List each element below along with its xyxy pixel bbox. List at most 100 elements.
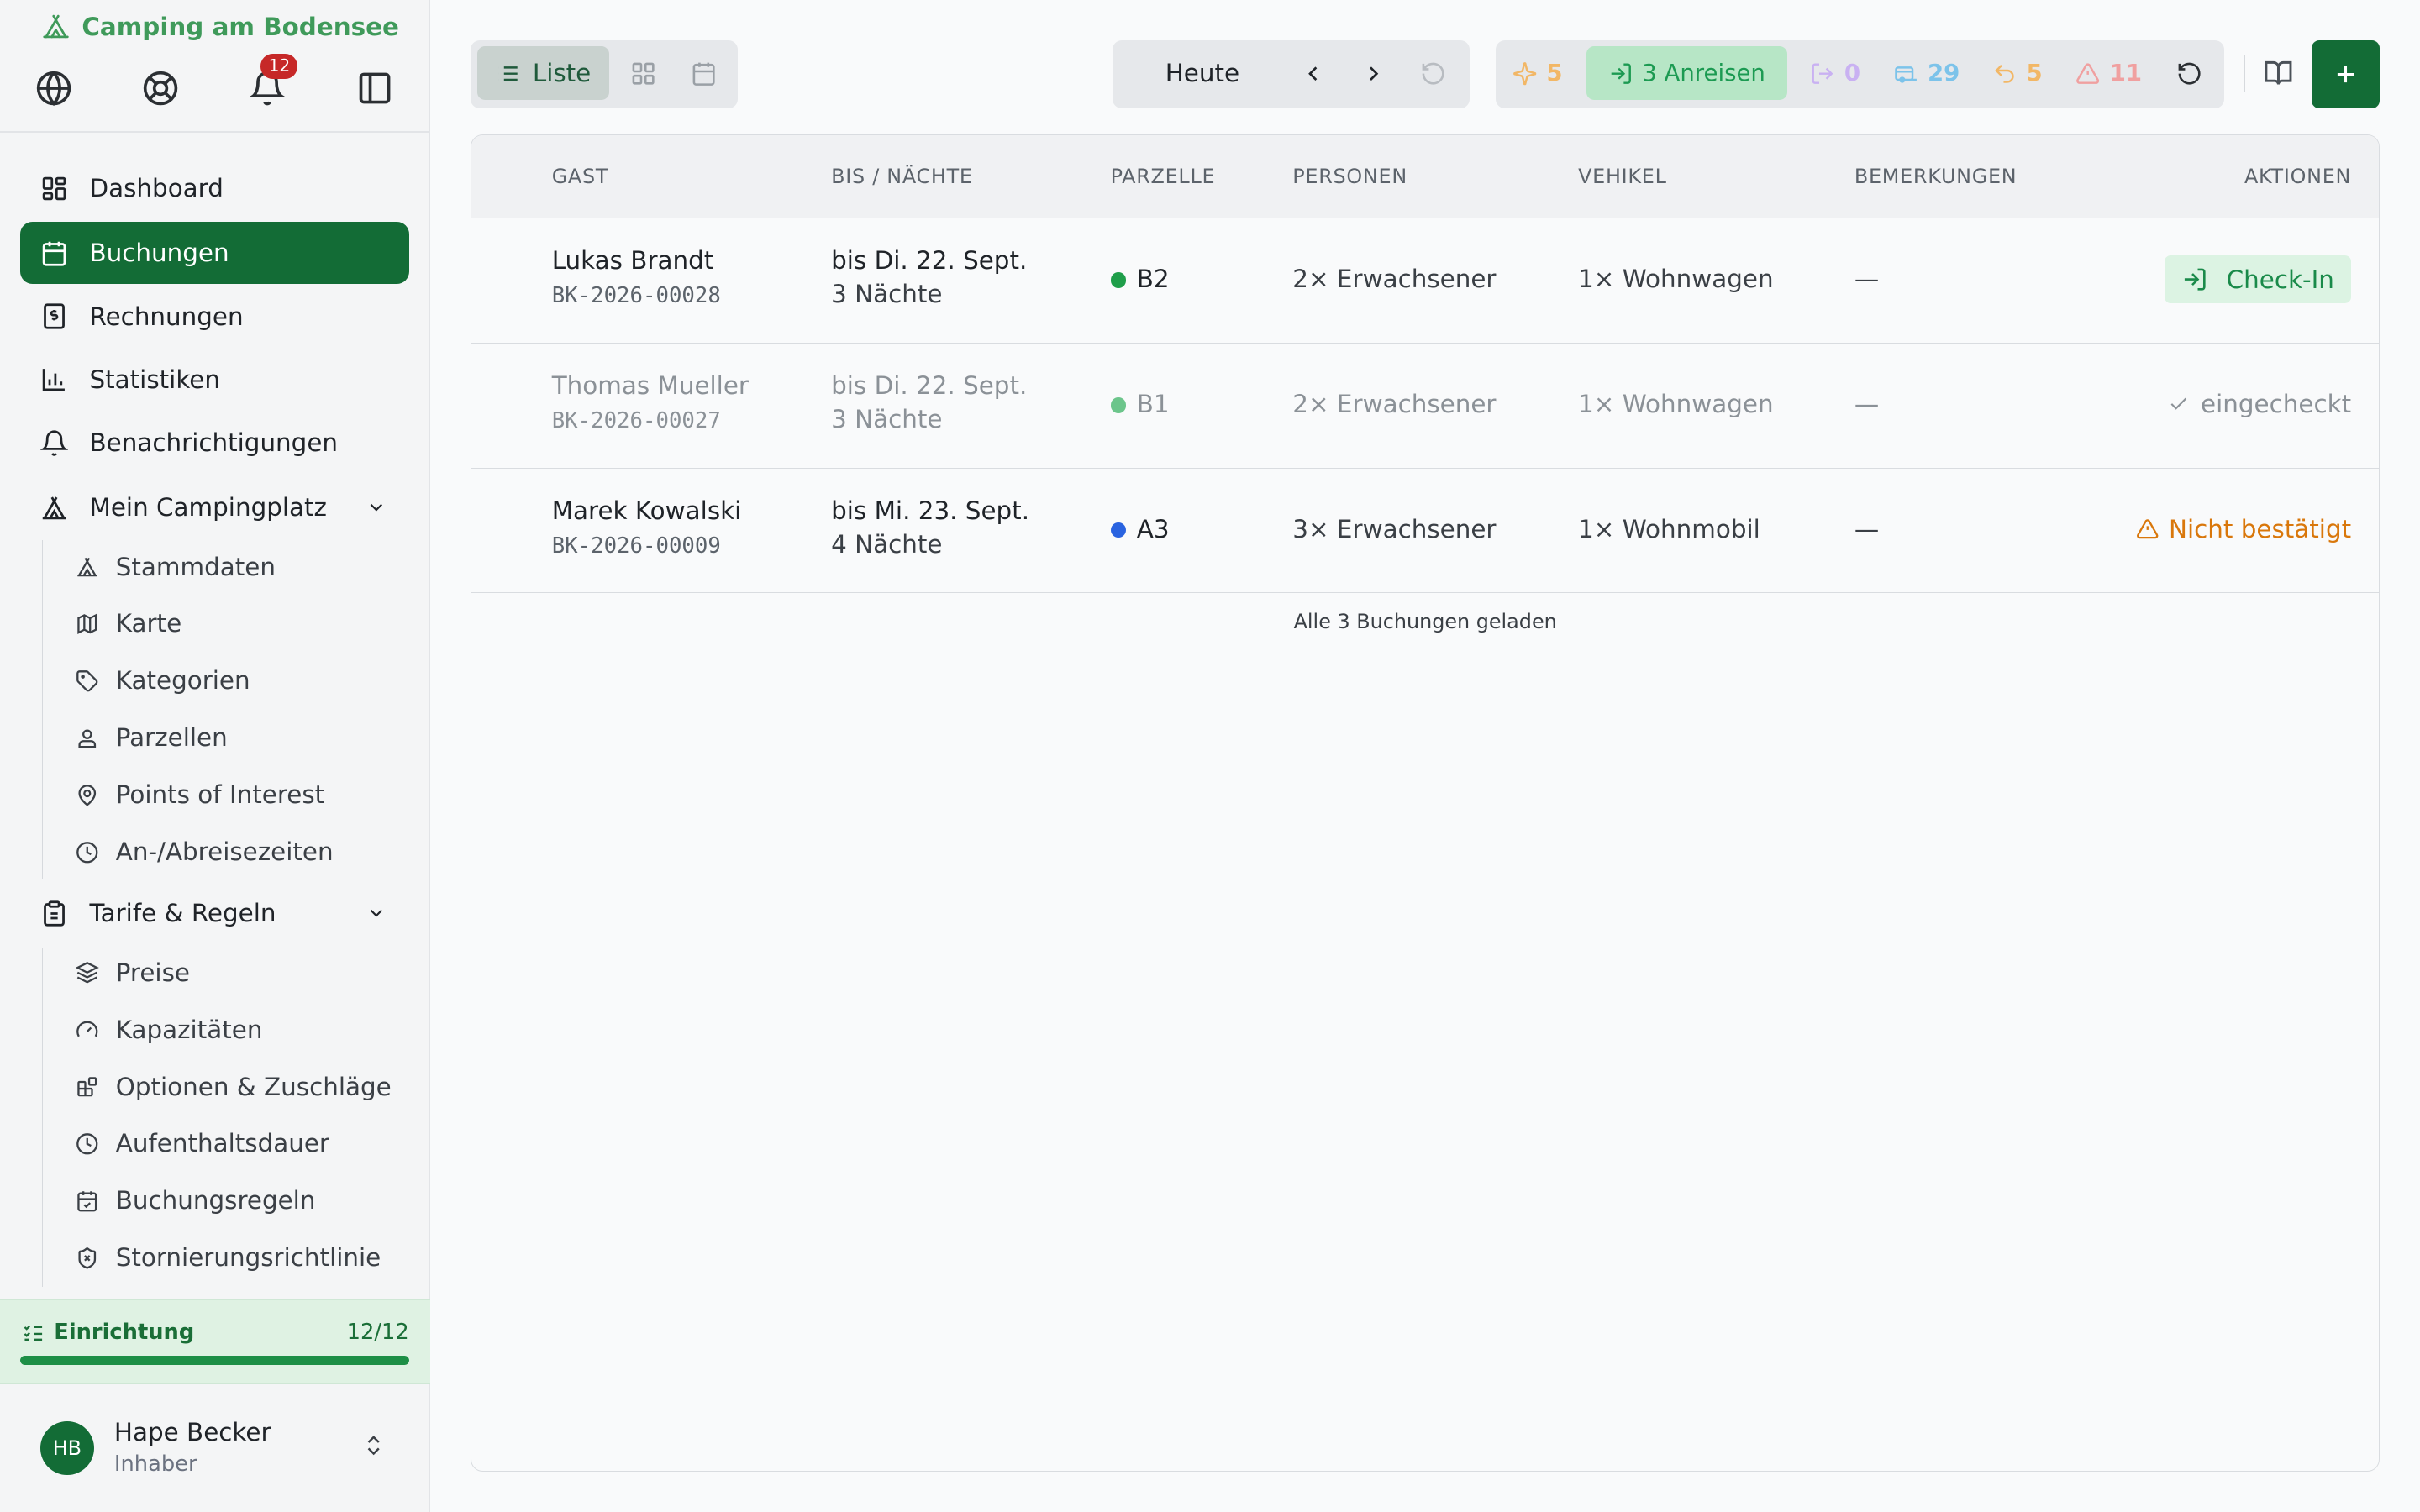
setup-progress[interactable]: Einrichtung 12/12 [0, 1299, 431, 1384]
col-bemerkungen[interactable]: BEMERKUNGEN [1854, 165, 2018, 188]
stat-returns-value: 5 [2026, 60, 2043, 87]
alert-triangle-icon [2076, 63, 2100, 84]
nav-buchungen-label: Buchungen [89, 239, 229, 268]
plot-label: B2 [1136, 265, 1170, 294]
table-header: GAST BIS / NÄCHTE PARZELLE PERSONEN VEHI… [471, 134, 2380, 218]
view-list-button[interactable]: Liste [476, 46, 610, 101]
sub-aufenthaltsdauer[interactable]: Aufenthaltsdauer [76, 1129, 329, 1158]
clock-icon [76, 1132, 98, 1155]
list-icon [498, 66, 518, 81]
notification-badge: 12 [260, 54, 298, 79]
setup-count: 12/12 [346, 1320, 409, 1346]
sub-parzellen[interactable]: Parzellen [76, 723, 228, 752]
invoice-icon [43, 303, 65, 329]
stat-returns[interactable]: 5 [1992, 46, 2043, 100]
tag-icon [76, 669, 98, 692]
date-navigator: Heute [1113, 39, 1470, 108]
log-out-icon [1812, 62, 1833, 84]
stat-present[interactable]: 29 [1894, 46, 1960, 100]
sub-stornierungsrichtlinie[interactable]: Stornierungsrichtlinie [76, 1243, 381, 1272]
chevron-left-icon[interactable] [1301, 61, 1325, 86]
chevron-down-icon [370, 910, 383, 918]
plus-icon [2338, 66, 2354, 82]
notes: — [1854, 265, 1880, 294]
today-button[interactable]: Heute [1165, 59, 1239, 87]
nav-buchungen[interactable]: Buchungen [19, 222, 409, 284]
col-gast[interactable]: GAST [552, 165, 608, 188]
stat-departures[interactable]: 0 [1810, 46, 1860, 100]
sub-kategorien[interactable]: Kategorien [76, 666, 250, 695]
nav-dashboard-label: Dashboard [89, 174, 224, 203]
plot-label: B1 [1136, 389, 1170, 418]
booking-id: BK-2026-00009 [551, 533, 721, 559]
sub-points-of-interest[interactable]: Points of Interest [76, 780, 324, 809]
reset-date-icon[interactable] [1420, 60, 1446, 87]
sidebar-toggle-icon[interactable] [356, 70, 393, 107]
grid-icon [632, 62, 655, 85]
log-in-icon [1611, 62, 1631, 84]
sub-poi-label: Points of Interest [115, 780, 325, 810]
sub-karte[interactable]: Karte [76, 609, 182, 638]
nav-benachrichtigungen[interactable]: Benachrichtigungen [20, 412, 409, 473]
nav-tarife-regeln[interactable]: Tarife & Regeln [20, 883, 409, 944]
sub-kapazitaeten[interactable]: Kapazitäten [76, 1016, 262, 1044]
book-open-icon[interactable] [2264, 59, 2293, 88]
col-bis-naechte[interactable]: BIS / NÄCHTE [831, 165, 973, 188]
sub-kategorien-label: Kategorien [115, 666, 250, 696]
nav-dashboard[interactable]: Dashboard [20, 157, 409, 218]
col-parzelle[interactable]: PARZELLE [1111, 165, 1216, 188]
guest-name: Thomas Mueller [551, 370, 749, 400]
calendar-check-icon [77, 1190, 97, 1212]
setup-progress-bar [19, 1355, 409, 1365]
stat-arrivals[interactable]: 3 Anreisen [1586, 46, 1787, 101]
sub-preise[interactable]: Preise [75, 958, 190, 987]
nav-mein-campingplatz[interactable]: Mein Campingplatz [20, 477, 409, 538]
sub-zeiten-label: An-/Abreisezeiten [115, 837, 334, 867]
table-row[interactable]: Marek Kowalski BK-2026-00009 bis Mi. 23.… [471, 469, 2380, 594]
bell-icon [39, 430, 68, 456]
stat-new[interactable]: 5 [1512, 46, 1563, 100]
check-in-button[interactable]: Check-In [2165, 255, 2352, 303]
table-row[interactable]: Thomas Mueller BK-2026-00027 bis Di. 22.… [471, 344, 2380, 469]
persons: 2× Erwachsener [1292, 389, 1497, 418]
col-personen[interactable]: PERSONEN [1292, 165, 1407, 188]
nav-rechnungen-label: Rechnungen [89, 302, 244, 331]
stat-new-value: 5 [1546, 60, 1563, 87]
table-row[interactable]: Lukas Brandt BK-2026-00028 bis Di. 22. S… [471, 218, 2380, 344]
brand[interactable]: Camping am Bodensee [42, 13, 399, 41]
chevrons-up-down-icon [367, 1436, 380, 1456]
persons: 3× Erwachsener [1292, 514, 1497, 543]
nav-statistiken[interactable]: Statistiken [20, 349, 409, 410]
sub-optionen[interactable]: Optionen & Zuschläge [76, 1073, 392, 1101]
globe-icon[interactable] [35, 70, 72, 107]
refresh-icon[interactable] [2176, 60, 2202, 87]
view-grid-button[interactable] [618, 46, 670, 100]
plot-status-dot [1110, 272, 1126, 288]
sidebar: Camping am Bodensee 12 Dashboard Buchung… [0, 0, 431, 1512]
view-calendar-button[interactable] [677, 46, 729, 100]
sparkles-icon [1513, 61, 1537, 85]
check-in-label: Check-In [2226, 265, 2334, 294]
help-lifebuoy-icon[interactable] [142, 70, 179, 107]
stat-warnings[interactable]: 11 [2075, 46, 2142, 100]
nav-statistiken-label: Statistiken [89, 365, 220, 394]
setup-progress-fill [19, 1355, 409, 1365]
plot-label: A3 [1136, 514, 1170, 543]
sub-stammdaten[interactable]: Stammdaten [76, 553, 276, 581]
stats-bar: 5 3 Anreisen 0 29 5 11 [1495, 39, 2224, 108]
tree-line [41, 539, 44, 879]
nav-rechnungen[interactable]: Rechnungen [20, 286, 409, 347]
sub-an-abreisezeiten[interactable]: An-/Abreisezeiten [76, 837, 334, 866]
stay-nights: 4 Nächte [831, 529, 943, 559]
sub-buchungsregeln[interactable]: Buchungsregeln [76, 1186, 315, 1215]
vehicle: 1× Wohnmobil [1578, 514, 1760, 543]
plot: B2 [1110, 265, 1170, 294]
unconfirmed-status[interactable]: Nicht bestätigt [2136, 515, 2351, 543]
plot-status-dot [1110, 522, 1126, 538]
user-menu[interactable]: HB Hape Becker Inhaber [0, 1384, 430, 1512]
add-booking-button[interactable] [2312, 39, 2381, 108]
plot: B1 [1110, 389, 1170, 418]
col-vehikel[interactable]: VEHIKEL [1578, 165, 1667, 188]
nav-mein-campingplatz-label: Mein Campingplatz [89, 493, 327, 522]
chevron-right-icon[interactable] [1361, 61, 1386, 86]
